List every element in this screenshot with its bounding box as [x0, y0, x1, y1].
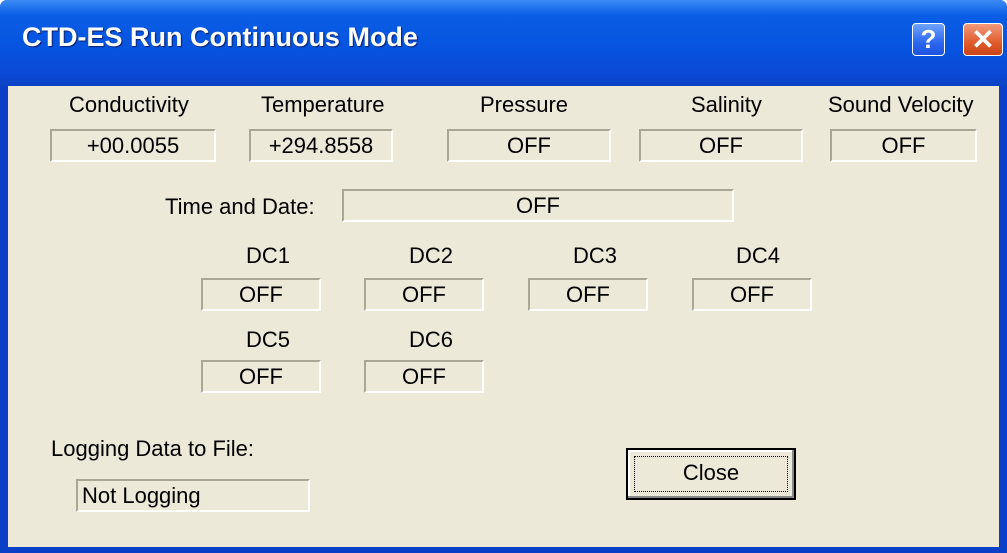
dialog-window: CTD-ES Run Continuous Mode ? ✕ Conductiv… — [0, 0, 1007, 553]
logging-status-field: Not Logging — [76, 479, 310, 512]
dc4-label: DC4 — [736, 243, 781, 268]
help-button[interactable]: ? — [912, 23, 945, 56]
dc5-label: DC5 — [246, 327, 291, 352]
dc6-label: DC6 — [409, 327, 454, 352]
dc6-field: OFF — [364, 360, 484, 393]
time-date-label: Time and Date: — [165, 194, 315, 219]
dc3-field: OFF — [528, 278, 648, 311]
sound-velocity-label: Sound Velocity — [828, 92, 974, 117]
window-close-button[interactable]: ✕ — [963, 23, 1003, 56]
dc5-field: OFF — [201, 360, 321, 393]
dc1-field: OFF — [201, 278, 321, 311]
dc3-label: DC3 — [573, 243, 618, 268]
sound-velocity-field: OFF — [830, 129, 977, 162]
salinity-label: Salinity — [691, 92, 762, 117]
dialog-client-area: Conductivity Temperature Pressure Salini… — [8, 86, 999, 547]
pressure-field: OFF — [447, 129, 611, 162]
temperature-field: +294.8558 — [249, 129, 393, 162]
close-icon: ✕ — [971, 24, 995, 55]
close-button[interactable]: Close — [626, 448, 796, 500]
time-date-field: OFF — [342, 189, 734, 222]
dc2-field: OFF — [364, 278, 484, 311]
dc1-label: DC1 — [246, 243, 291, 268]
close-button-label: Close — [682, 460, 740, 485]
temperature-label: Temperature — [261, 92, 385, 117]
logging-label: Logging Data to File: — [51, 436, 255, 461]
title-bar[interactable]: CTD-ES Run Continuous Mode ? ✕ — [0, 0, 1007, 86]
conductivity-label: Conductivity — [69, 92, 189, 117]
window-title: CTD-ES Run Continuous Mode — [22, 22, 418, 52]
salinity-field: OFF — [639, 129, 803, 162]
pressure-label: Pressure — [480, 92, 569, 117]
dc4-field: OFF — [692, 278, 812, 311]
help-icon: ? — [920, 24, 937, 54]
conductivity-field: +00.0055 — [50, 129, 216, 162]
dc2-label: DC2 — [409, 243, 454, 268]
